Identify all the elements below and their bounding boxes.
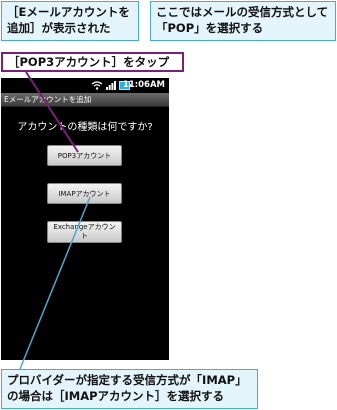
exchange-account-button[interactable]: Exchangeアカウント — [47, 221, 122, 243]
callout-tap-pop3: ［POP3アカウント］をタップ — [1, 52, 184, 72]
callout-select-pop: ここではメールの受信方式として「POP」を選択する — [150, 1, 336, 41]
imap-account-button[interactable]: IMAPアカウント — [47, 183, 122, 204]
pop3-account-button[interactable]: POP3アカウント — [47, 145, 122, 166]
callout-imap-note: プロバイダーが指定する受信方式が「IMAP」の場合は［IMAPアカウント］を選択… — [1, 369, 258, 409]
signal-icon — [106, 81, 116, 90]
wifi-icon — [91, 81, 103, 90]
status-time: 11:06AM — [122, 80, 165, 90]
account-type-question: アカウントの種類は何ですか? — [17, 122, 153, 133]
screen-title: Eメールアカウントを追加 — [1, 93, 169, 107]
phone-screen: 11:06AM Eメールアカウントを追加 アカウントの種類は何ですか? POP3… — [1, 78, 169, 360]
callout-account-add-shown: ［Eメールアカウントを追加］が表示された — [1, 1, 139, 41]
status-bar: 11:06AM — [1, 78, 169, 93]
